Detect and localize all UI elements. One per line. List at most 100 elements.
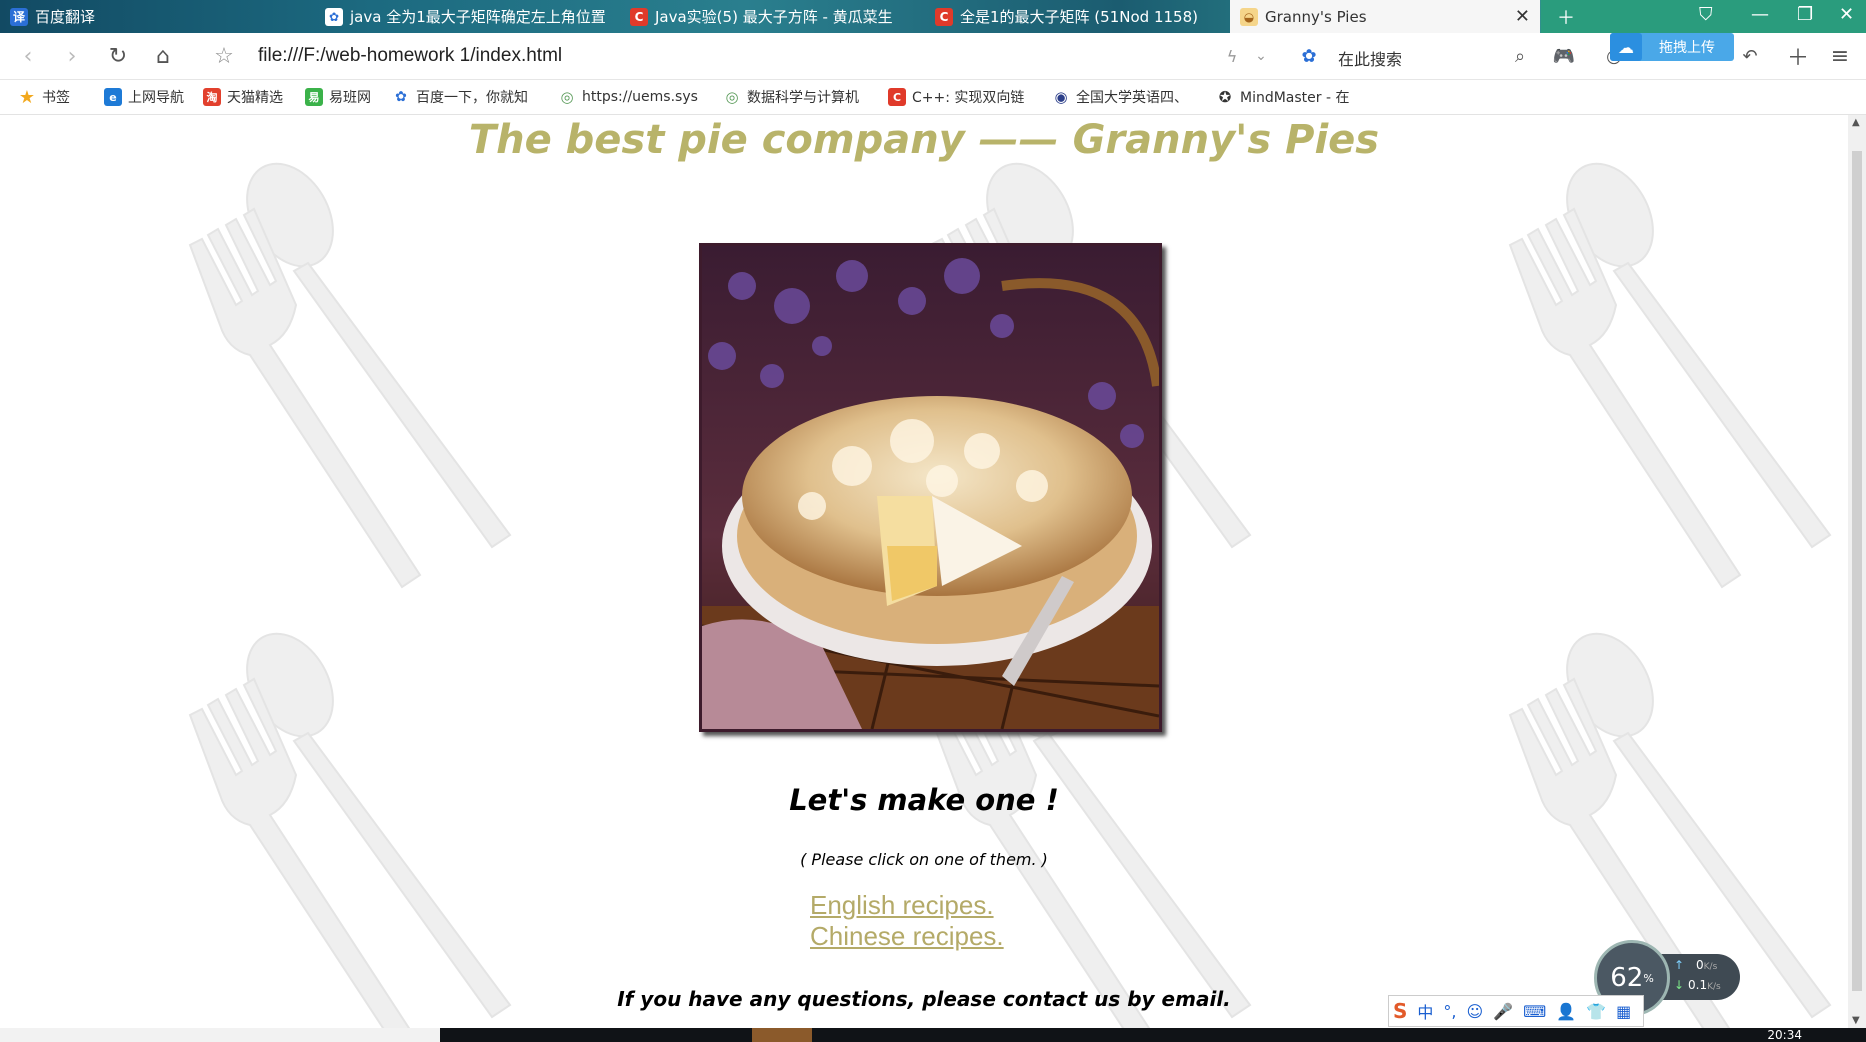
bookmark-label: 天猫精选 [227,90,283,106]
bookmark-label: 百度一下，你就知 [416,90,528,106]
taskbar: 20:34 [0,1028,1866,1042]
bookmark-label: MindMaster - 在 [1240,90,1350,106]
ime-skin-icon[interactable]: 👕 [1586,1002,1606,1021]
active-app-icon[interactable] [752,1028,812,1042]
close-tab-icon[interactable]: ✕ [1515,6,1530,27]
tab-grannys-pies[interactable]: ◒ Granny's Pies ✕ [1230,0,1540,33]
tab-51nod[interactable]: C 全是1的最大子矩阵 (51Nod 1158) [925,0,1230,33]
taskbar-search-box[interactable] [0,1028,440,1042]
tab-label: java 全为1最大子矩阵确定左上角位置 [350,8,606,26]
ime-emoji-icon[interactable]: ☺ [1467,1002,1484,1021]
tab-baidu-translate[interactable]: 译 百度翻译 [0,0,315,33]
bookmark-item[interactable]: ◎ https://uems.sys [558,87,698,107]
ie-icon: e [104,88,122,106]
tab-label: 百度翻译 [35,8,96,26]
restore-icon[interactable]: ❐ [1797,4,1813,25]
bookmark-item[interactable]: ◎ 数据科学与计算机 [723,87,859,107]
upload-arrow-icon: ↑ [1674,958,1685,972]
csdn-icon: C [888,88,906,106]
new-tab-plus-icon[interactable]: ＋ [1784,42,1812,71]
tab-java-experiment[interactable]: C Java实验(5) 最大子方阵 - 黄瓜菜生 [620,0,925,33]
ime-punctuation-icon[interactable]: °, [1443,1002,1456,1021]
english-recipes-link[interactable]: English recipes. [810,890,1004,921]
bookmark-item[interactable]: 淘天猫精选 [203,87,283,107]
cloud-icon: ☁ [1610,33,1642,61]
tab-label: Granny's Pies [1265,7,1367,26]
drag-upload-label: 拖拽上传 [1659,40,1715,56]
address-toolbar: ‹ › ↻ ⌂ ☆ file:///F:/web-homework 1/inde… [0,33,1866,80]
cta-hint: ( Please click on one of them. ) [800,850,1048,869]
csdn-icon: C [935,7,953,26]
url-field[interactable]: file:///F:/web-homework 1/index.html [258,45,562,67]
globe-icon: ◎ [723,88,741,106]
ime-toolbar: S 中 °, ☺ 🎤 ⌨ 👤 👕 ▦ [1388,995,1644,1027]
tab-strip: 译 百度翻译 ✿ java 全为1最大子矩阵确定左上角位置 C Java实验(5… [0,0,1866,33]
pie-photo [699,243,1162,732]
baidu-paw-icon: ✿ [392,88,410,106]
bookmark-label: 易班网 [329,90,371,106]
menu-icon[interactable]: ≡ [1826,42,1854,70]
tmall-icon: 淘 [203,88,221,106]
game-controller-icon[interactable]: 🎮 [1550,42,1578,70]
globe-icon: ◎ [558,88,576,106]
tab-java-matrix[interactable]: ✿ java 全为1最大子矩阵确定左上角位置 [315,0,620,33]
bookmark-item[interactable]: e 上网导航 [104,87,184,107]
ime-toolbox-icon[interactable]: ▦ [1616,1002,1631,1021]
bookmark-item[interactable]: ✪ MindMaster - 在 [1216,87,1350,107]
scroll-down-icon[interactable]: ▼ [1852,1015,1860,1026]
ime-voice-icon[interactable]: 🎤 [1493,1002,1513,1021]
lightning-icon[interactable]: ϟ [1218,42,1246,70]
baidu-paw-icon: ✿ [325,7,343,26]
seal-icon: ◉ [1052,88,1070,106]
chevron-down-icon[interactable]: ⌄ [1247,42,1275,70]
bookmarks-bar: ★ 书签 e 上网导航 淘天猫精选 易易班网 ✿ 百度一下，你就知 ◎ https://… [0,80,1866,115]
bookmark-label: C++: 实现双向链 [912,90,1025,106]
download-arrow-icon: ↓ [1674,978,1685,992]
star-icon: ★ [18,86,36,108]
tab-label: Java实验(5) 最大子方阵 - 黄瓜菜生 [655,8,893,26]
back-icon[interactable]: ‹ [14,42,42,70]
recipe-links: English recipes. Chinese recipes. [810,890,1004,952]
bookmark-star-icon[interactable]: ☆ [210,42,238,70]
reload-icon[interactable]: ↻ [104,42,132,70]
bookmark-label: 全国大学英语四、 [1076,90,1188,106]
search-icon[interactable]: ⌕ [1506,42,1534,70]
baidu-search-engine-icon[interactable]: ✿ [1295,42,1323,70]
ime-user-icon[interactable]: 👤 [1556,1002,1576,1021]
new-tab-icon[interactable]: ＋ [1557,4,1575,30]
close-window-icon[interactable]: ✕ [1839,4,1854,25]
bookmark-item[interactable]: 易易班网 [305,87,371,107]
forward-icon[interactable]: › [58,42,86,70]
pie-favicon-icon: ◒ [1240,7,1258,26]
ime-chinese-mode[interactable]: 中 [1417,999,1433,1023]
bookmark-item[interactable]: ✿ 百度一下，你就知 [392,87,528,107]
bookmark-item[interactable]: ◉ 全国大学英语四、 [1052,87,1188,107]
bookmark-label: 数据科学与计算机 [747,90,859,106]
bookmark-label: 上网导航 [128,90,184,106]
window-controls: ＋ ⛉ — ❐ ✕ [1541,0,1866,33]
page-viewport: The best pie company —— Granny's Pies Le… [0,115,1848,1028]
upload-speed: 0K/s [1696,958,1718,972]
bookmark-label: 书签 [42,90,70,106]
undo-icon[interactable]: ↶ [1736,42,1764,70]
scrollbar-thumb[interactable] [1852,151,1862,991]
skin-icon[interactable]: ⛉ [1699,4,1713,25]
csdn-icon: C [630,7,648,26]
taskbar-clock: 20:34 [1767,1028,1802,1042]
sogou-logo-icon[interactable]: S [1393,999,1407,1023]
network-speed-widget[interactable]: ↑ 0K/s ↓ 0.1K/s 62% [1594,940,1740,1016]
minimize-icon[interactable]: — [1751,4,1769,25]
home-icon[interactable]: ⌂ [149,42,177,70]
chinese-recipes-link[interactable]: Chinese recipes. [810,921,1004,952]
bookmark-item[interactable]: ★ 书签 [18,86,70,108]
yiban-icon: 易 [305,88,323,106]
search-input[interactable]: 在此搜索 [1338,46,1402,70]
scroll-up-icon[interactable]: ▲ [1852,117,1860,128]
translate-icon: 译 [10,7,28,26]
tab-label: 全是1的最大子矩阵 (51Nod 1158) [960,8,1198,26]
bookmark-item[interactable]: C C++: 实现双向链 [888,87,1024,107]
page-title: The best pie company —— Granny's Pies [468,117,1380,163]
vertical-scrollbar[interactable]: ▲ ▼ [1848,115,1866,1028]
ime-keyboard-icon[interactable]: ⌨ [1523,1002,1546,1021]
cta-heading: Let's make one ! [789,783,1059,817]
